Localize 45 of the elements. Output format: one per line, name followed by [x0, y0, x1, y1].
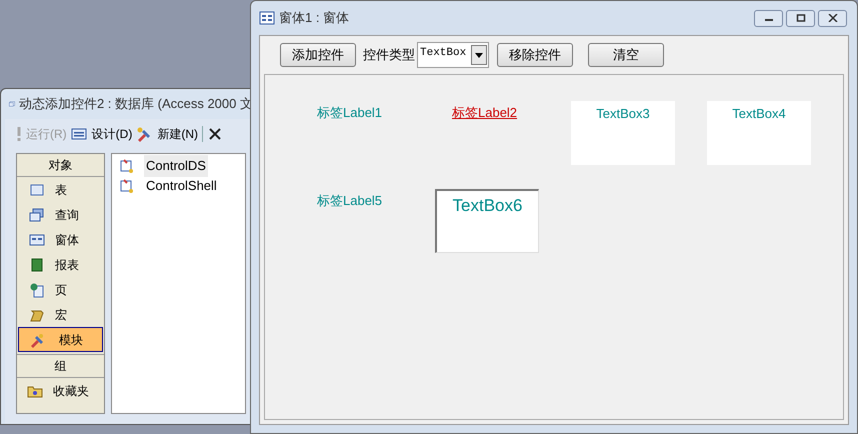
- module-icon: [118, 158, 134, 174]
- delete-button[interactable]: [207, 126, 224, 142]
- object-item[interactable]: 页: [18, 277, 103, 302]
- maximize-button[interactable]: [786, 10, 815, 26]
- form-label: 标签Label2: [452, 104, 518, 122]
- form-label: 标签Label1: [317, 104, 382, 122]
- form-icon: [259, 11, 275, 25]
- clear-button[interactable]: 清空: [588, 43, 664, 67]
- object-item[interactable]: 宏: [18, 302, 103, 327]
- object-item[interactable]: 模块: [18, 327, 103, 352]
- form-label: 标签Label5: [317, 192, 382, 210]
- object-item[interactable]: 报表: [18, 252, 103, 277]
- design-button[interactable]: 设计(D): [70, 125, 132, 143]
- text-box[interactable]: TextBox4: [707, 101, 811, 165]
- add-control-button[interactable]: 添加控件: [280, 43, 356, 67]
- text-box[interactable]: TextBox6: [435, 189, 539, 253]
- report-icon: [29, 256, 45, 272]
- close-button[interactable]: [818, 10, 847, 26]
- exclamation-icon: [17, 127, 21, 141]
- group-item[interactable]: 收藏夹: [17, 378, 104, 403]
- remove-control-button[interactable]: 移除控件: [497, 43, 573, 67]
- page-icon: [29, 282, 45, 298]
- object-item[interactable]: 查询: [18, 202, 103, 227]
- new-button[interactable]: 新建(N): [136, 125, 198, 143]
- caret-icon: [475, 52, 483, 58]
- control-type-label: 控件类型: [363, 46, 415, 64]
- object-item[interactable]: 窗体: [18, 227, 103, 252]
- control-type-dropdown[interactable]: TextBox: [417, 42, 489, 68]
- form-icon: [70, 126, 87, 142]
- object-item[interactable]: 表: [18, 177, 103, 202]
- query-icon: [29, 206, 45, 222]
- close-icon: [828, 14, 838, 22]
- window-title: 窗体1 : 窗体: [279, 9, 350, 28]
- form-icon: [29, 232, 45, 248]
- list-item[interactable]: ControlDS: [144, 155, 208, 177]
- maximize-icon: [796, 14, 806, 22]
- table-icon: [29, 182, 45, 198]
- section-header: 组: [17, 355, 104, 378]
- section-header: 对象: [17, 154, 104, 177]
- minimize-button[interactable]: [754, 10, 783, 26]
- module-icon: [118, 178, 134, 194]
- text-box[interactable]: TextBox3: [571, 101, 675, 165]
- list-item[interactable]: ControlShell: [144, 175, 219, 197]
- module-icon: [29, 332, 45, 348]
- close-icon: [207, 126, 224, 142]
